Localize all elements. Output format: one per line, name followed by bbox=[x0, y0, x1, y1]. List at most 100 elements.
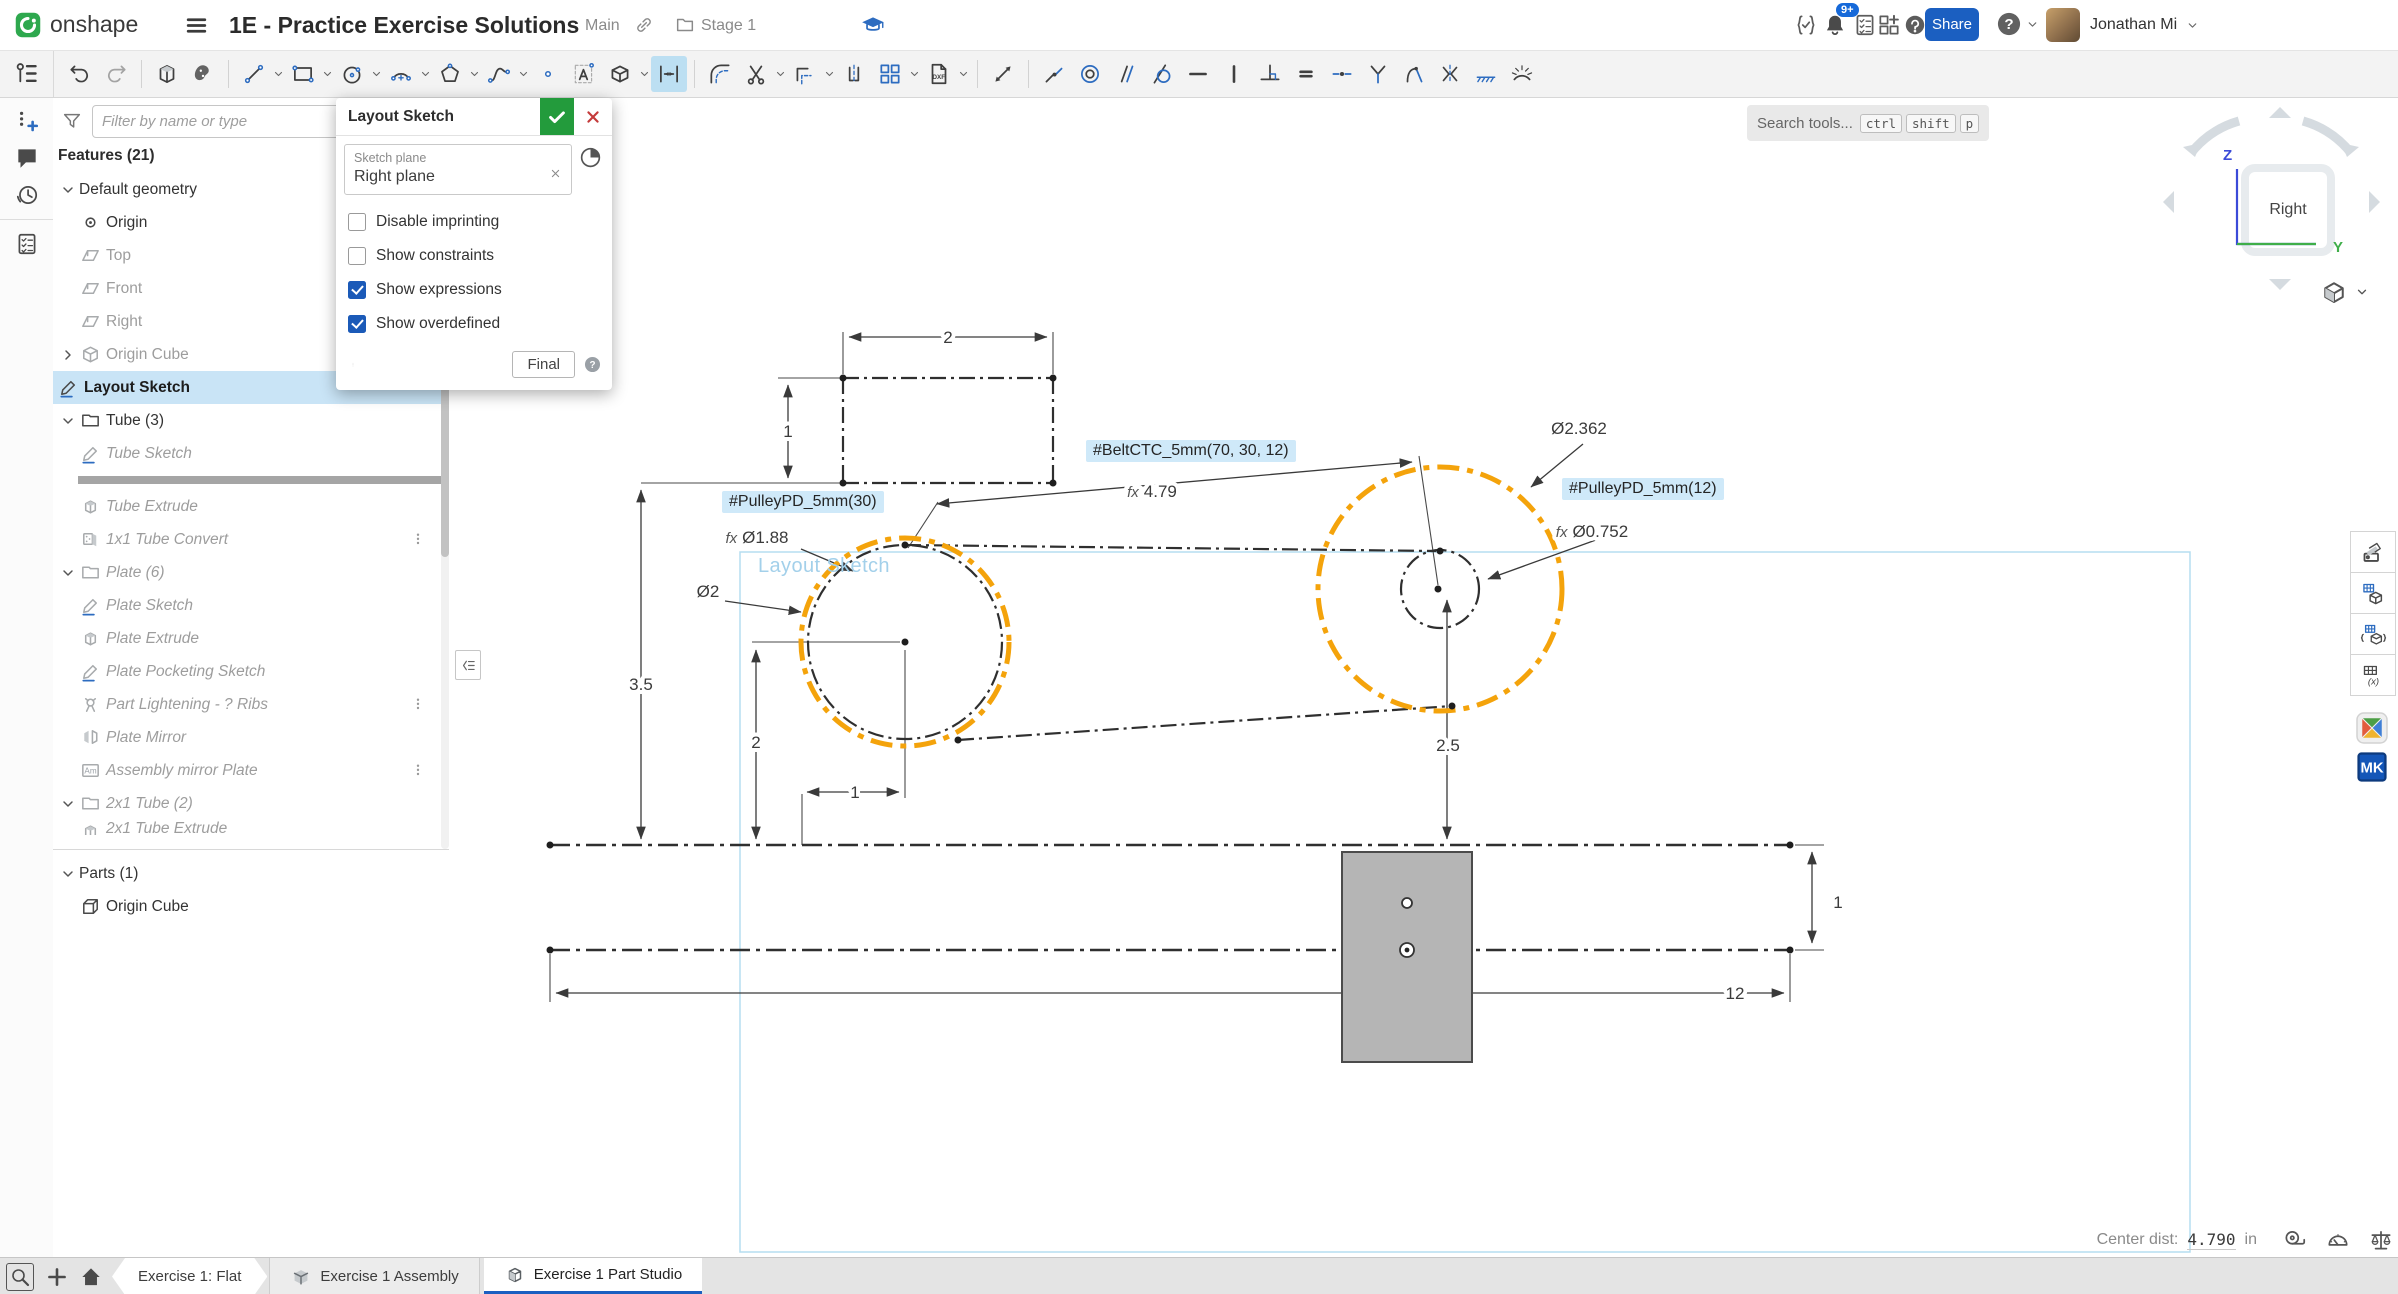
chevdown-icon[interactable] bbox=[57, 565, 79, 581]
checkbox[interactable] bbox=[348, 281, 366, 299]
custom-table-button[interactable] bbox=[2350, 572, 2396, 614]
cutlist-icon[interactable] bbox=[14, 231, 40, 257]
dim-fx-479[interactable]: fx4.79 bbox=[1127, 482, 1177, 501]
toolbar-tool[interactable] bbox=[1324, 56, 1360, 92]
toolbar-tool[interactable] bbox=[1288, 56, 1324, 92]
toolbar-tool[interactable] bbox=[872, 56, 921, 92]
comment-icon[interactable] bbox=[14, 145, 40, 171]
toolbar-tool[interactable] bbox=[1144, 56, 1180, 92]
final-button[interactable]: Final bbox=[512, 351, 575, 378]
configuration-table-button[interactable] bbox=[2350, 613, 2396, 655]
chevdown-icon[interactable] bbox=[57, 866, 79, 882]
tool-caret-icon[interactable] bbox=[468, 68, 481, 80]
app-mk-button[interactable]: MK bbox=[2350, 747, 2394, 787]
tab-exercise-part-studio[interactable]: Exercise 1 Part Studio bbox=[484, 1258, 702, 1294]
feature-row[interactable]: Plate Mirror bbox=[53, 721, 449, 754]
toolbar-tool[interactable] bbox=[228, 60, 229, 88]
feature-row[interactable]: Tube Sketch bbox=[53, 437, 449, 470]
toolbar-tool[interactable] bbox=[236, 56, 285, 92]
view-options-icon[interactable] bbox=[2319, 277, 2349, 307]
rotate-down-arrow[interactable] bbox=[2269, 279, 2291, 290]
toolbar-tool[interactable] bbox=[738, 56, 787, 92]
part-row[interactable]: Origin Cube bbox=[53, 890, 449, 923]
tool-caret-icon[interactable] bbox=[908, 68, 921, 80]
onshape-logo-icon[interactable] bbox=[14, 11, 42, 39]
search-tools[interactable]: Search tools... ctrlshiftp bbox=[1747, 105, 1989, 141]
apps-icon[interactable] bbox=[1876, 12, 1902, 38]
dim-dia-2362[interactable]: Ø2.362 bbox=[1551, 419, 1607, 438]
avatar[interactable] bbox=[2046, 8, 2080, 42]
part-row[interactable]: Parts (1) bbox=[53, 857, 449, 890]
toolbar-tool[interactable] bbox=[702, 56, 738, 92]
workspace-name[interactable]: Stage 1 bbox=[701, 17, 756, 35]
branch-name[interactable]: Main bbox=[585, 17, 620, 35]
dialog-grip-icon[interactable] bbox=[350, 354, 356, 376]
toolbar-tool[interactable]: DXF bbox=[921, 56, 970, 92]
dialog-option[interactable]: Disable imprinting bbox=[336, 205, 612, 239]
toolbar-tool[interactable] bbox=[1432, 56, 1468, 92]
toolbar-tool[interactable] bbox=[977, 60, 978, 88]
help-icon[interactable]: ? bbox=[1995, 10, 2023, 38]
toolbar-tool[interactable] bbox=[651, 56, 687, 92]
panel-collapse-handle[interactable] bbox=[455, 650, 481, 680]
drag-handle-icon[interactable] bbox=[409, 530, 427, 550]
rotate-left-arrow[interactable] bbox=[2163, 191, 2174, 213]
toolbar-tool[interactable] bbox=[383, 56, 432, 92]
dialog-option[interactable]: Show expressions bbox=[336, 273, 612, 307]
tube-lines[interactable] bbox=[550, 845, 1790, 950]
dim-rect-height[interactable]: 1 bbox=[783, 422, 792, 441]
feature-row[interactable]: Tube Extrude bbox=[53, 490, 449, 523]
toolbar-tool[interactable] bbox=[1504, 56, 1540, 92]
tool-caret-icon[interactable] bbox=[321, 68, 334, 80]
help-caret-icon[interactable] bbox=[2026, 18, 2039, 31]
toolbar-tool[interactable] bbox=[141, 60, 142, 88]
feature-row[interactable]: Plate (6) bbox=[53, 556, 449, 589]
appearance-panel-button[interactable] bbox=[2350, 531, 2396, 573]
tasks-icon[interactable] bbox=[1852, 12, 1878, 38]
tool-caret-icon[interactable] bbox=[370, 68, 383, 80]
measure-length-icon[interactable] bbox=[2282, 1227, 2308, 1253]
mass-properties-icon[interactable] bbox=[2368, 1227, 2394, 1253]
toolbar-tool[interactable] bbox=[1108, 56, 1144, 92]
chevdown-icon[interactable] bbox=[57, 182, 79, 198]
chip-pulleypd-12[interactable]: #PulleyPD_5mm(12) bbox=[1562, 478, 1724, 500]
filter-icon[interactable] bbox=[61, 110, 83, 132]
checkbox[interactable] bbox=[348, 247, 366, 265]
add-tab-icon[interactable] bbox=[44, 1264, 70, 1290]
document-title[interactable]: 1E - Practice Exercise Solutions bbox=[229, 12, 579, 39]
feature-row[interactable]: Am Assembly mirror Plate bbox=[53, 754, 449, 787]
chevdown-icon[interactable] bbox=[57, 413, 79, 429]
chip-pulleypd-30[interactable]: #PulleyPD_5mm(30) bbox=[722, 491, 884, 513]
dialog-option[interactable]: Show overdefined bbox=[336, 307, 612, 341]
link-icon[interactable] bbox=[633, 14, 655, 36]
insertplus-icon[interactable] bbox=[14, 108, 40, 134]
view-options-caret-icon[interactable] bbox=[2355, 285, 2369, 299]
user-name[interactable]: Jonathan Mi bbox=[2090, 16, 2177, 34]
tool-caret-icon[interactable] bbox=[517, 68, 530, 80]
toolbar-tool[interactable] bbox=[1028, 60, 1029, 88]
toolbar-tool[interactable] bbox=[62, 56, 98, 92]
toolbar-tool[interactable] bbox=[1216, 56, 1252, 92]
feature-row[interactable] bbox=[53, 470, 449, 490]
selected-pulley-circles[interactable] bbox=[801, 467, 1562, 746]
toolbar-tool[interactable] bbox=[285, 56, 334, 92]
dim-low-1[interactable]: 1 bbox=[850, 783, 859, 802]
feature-state-icon[interactable] bbox=[578, 145, 603, 170]
dim-left-2[interactable]: 2 bbox=[751, 733, 760, 752]
confirm-button[interactable] bbox=[540, 98, 574, 135]
dialog-help-icon[interactable]: ? bbox=[583, 355, 602, 374]
chevright-icon[interactable] bbox=[57, 347, 79, 363]
toolbar-tool[interactable] bbox=[566, 56, 602, 92]
toolbar-tool[interactable] bbox=[985, 56, 1021, 92]
versions-icon[interactable] bbox=[1793, 12, 1819, 38]
feature-row[interactable]: Plate Sketch bbox=[53, 589, 449, 622]
chevdown-icon[interactable] bbox=[57, 796, 79, 812]
scrollbar-thumb[interactable] bbox=[441, 377, 449, 557]
checkbox[interactable] bbox=[348, 213, 366, 231]
tab-exercise-flat[interactable]: Exercise 1: Flat bbox=[112, 1258, 267, 1294]
sketch-plane-field[interactable]: Sketch plane Right plane bbox=[344, 144, 572, 195]
toolbar-tool[interactable] bbox=[98, 56, 134, 92]
feature-row[interactable]: Part Lightening - ? Ribs bbox=[53, 688, 449, 721]
dialog-option[interactable]: Show constraints bbox=[336, 239, 612, 273]
rotate-right-arrow[interactable] bbox=[2369, 191, 2380, 213]
